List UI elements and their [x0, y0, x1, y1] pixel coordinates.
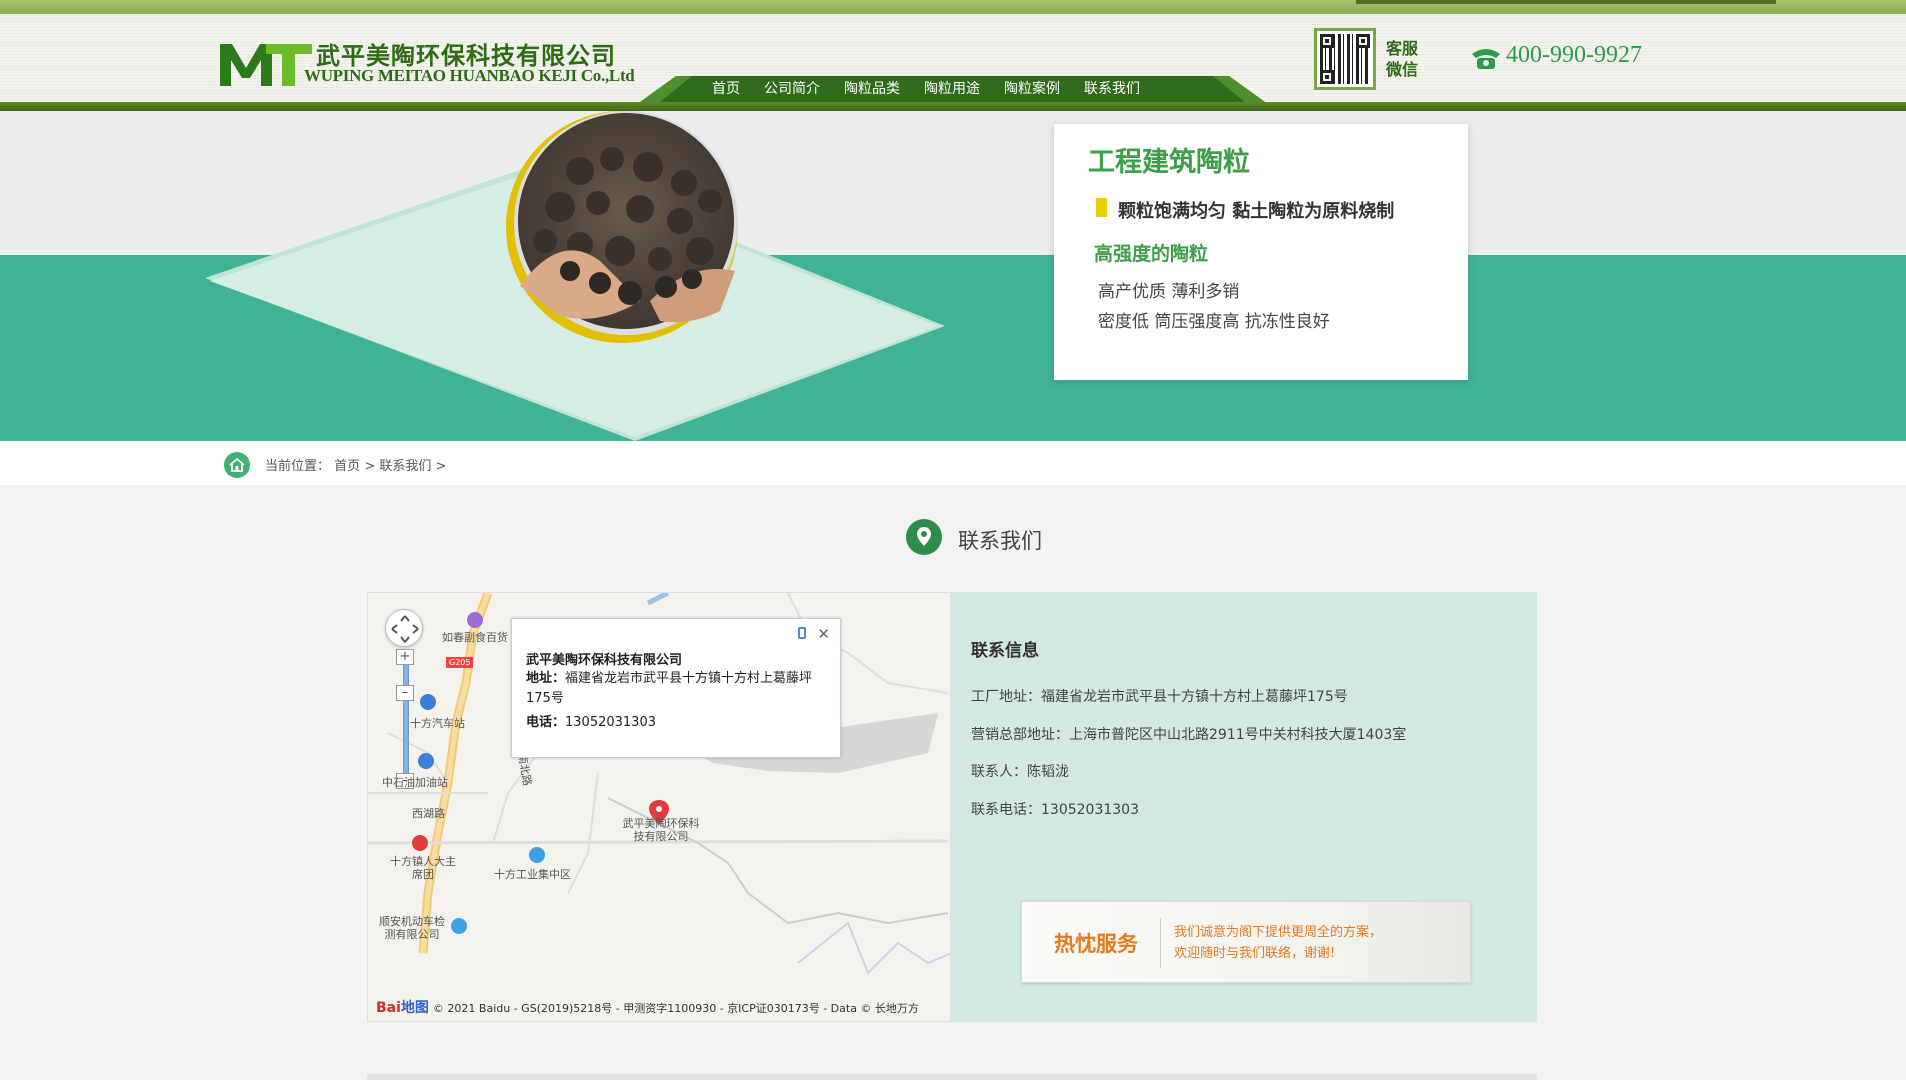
mobile-icon[interactable] — [798, 627, 806, 639]
banner: 工程建筑陶粒 颗粒饱满均匀 黏土陶粒为原料烧制 高强度的陶粒 高产优质 薄利多销… — [0, 111, 1906, 441]
map-info-popup: ✕ 武平美陶环保科技有限公司 地址：福建省龙岩市武平县十方镇十方村上葛藤坪175… — [511, 618, 841, 758]
main-nav: 首页 公司简介 陶粒品类 陶粒用途 陶粒案例 联系我们 — [640, 76, 1265, 102]
hotline-number: 400-990-9927 — [1506, 42, 1642, 68]
factory-address: 工厂地址：福建省龙岩市武平县十方镇十方村上葛藤坪175号 — [971, 689, 1348, 705]
map-label-gas: 中石油加油站 — [382, 776, 448, 789]
map-label-company: 武平美陶环保科技有限公司 — [622, 817, 700, 843]
top-bar — [0, 0, 1906, 14]
map-nav-icon[interactable] — [385, 609, 423, 647]
map-copyright: Bai地图 © 2021 Baidu - GS(2019)5218号 - 甲测资字… — [376, 997, 919, 1017]
baidu-map[interactable]: + – – 如春副食百货 G205 十方汽车站 中石油加油站 西湖路 十方镇人大… — [367, 592, 951, 1022]
header-line — [0, 102, 1906, 111]
nav-uses[interactable]: 陶粒用途 — [912, 76, 992, 102]
location-pin-icon — [906, 519, 942, 555]
hq-address: 营销总部地址：上海市普陀区中山北路2911号中关村科技大厦1403室 — [971, 727, 1407, 743]
banner-graphic — [205, 111, 945, 441]
map-label-g205: G205 — [446, 657, 474, 668]
breadcrumb-sep: > — [364, 459, 376, 474]
close-icon[interactable]: ✕ — [817, 625, 830, 643]
map-label-vehicle: 顺安机动车检测有限公司 — [379, 915, 445, 941]
map-label-xihu: 西湖路 — [412, 807, 445, 820]
bottom-divider — [367, 1074, 1537, 1080]
nav-contact[interactable]: 联系我们 — [1072, 76, 1152, 102]
nav-categories[interactable]: 陶粒品类 — [832, 76, 912, 102]
zoom-in-button[interactable]: + — [396, 649, 414, 665]
banner-card: 工程建筑陶粒 颗粒饱满均匀 黏土陶粒为原料烧制 高强度的陶粒 高产优质 薄利多销… — [1054, 124, 1468, 380]
breadcrumb-current[interactable]: 联系我们 — [379, 459, 431, 474]
contact-person: 联系人：陈韬泷 — [971, 764, 1069, 780]
zoom-level-handle[interactable]: – — [396, 685, 414, 701]
breadcrumb-label: 当前位置： — [265, 459, 331, 474]
breadcrumb-home[interactable]: 首页 — [334, 459, 360, 474]
banner-subtitle: 高强度的陶粒 — [1094, 243, 1209, 265]
nav-home[interactable]: 首页 — [700, 76, 752, 102]
site-logo[interactable]: 武平美陶环保科技有限公司 WUPING MEITAO HUANBAO KEJI … — [220, 36, 650, 92]
zoom-slider[interactable] — [403, 653, 409, 777]
map-label-bus: 十方汽车站 — [410, 717, 465, 730]
nav-about[interactable]: 公司简介 — [752, 76, 832, 102]
contact-info-panel: 联系信息 工厂地址：福建省龙岩市武平县十方镇十方村上葛藤坪175号 营销总部地址… — [951, 592, 1537, 1022]
nav-cases[interactable]: 陶粒案例 — [992, 76, 1072, 102]
banner-feature: 颗粒饱满均匀 黏土陶粒为原料烧制 — [1118, 201, 1395, 222]
popup-title: 武平美陶环保科技有限公司 — [526, 653, 683, 668]
banner-accent-bar — [1096, 198, 1107, 217]
service-text: 我们诚意为阁下提供更周全的方案， 欢迎随时与我们联络，谢谢! — [1174, 925, 1383, 961]
contact-phone: 联系电话：13052031303 — [971, 802, 1139, 818]
logo-mark-icon — [220, 44, 312, 86]
map-label-industry: 十方工业集中区 — [494, 868, 571, 881]
service-title: 热忱服务 — [1054, 932, 1138, 956]
baidu-logo[interactable]: Bai地图 — [376, 997, 429, 1017]
map-label-gov: 十方镇人大主席团 — [390, 855, 456, 881]
phone-icon — [1472, 49, 1500, 69]
home-icon[interactable] — [224, 452, 250, 478]
banner-title: 工程建筑陶粒 — [1088, 147, 1250, 178]
banner-text-2: 密度低 筒压强度高 抗冻性良好 — [1098, 312, 1330, 332]
service-banner: 热忱服务 我们诚意为阁下提供更周全的方案， 欢迎随时与我们联络，谢谢! — [1021, 901, 1471, 983]
qr-code-icon — [1314, 28, 1376, 90]
banner-text-1: 高产优质 薄利多销 — [1098, 282, 1240, 302]
contact-info-title: 联系信息 — [971, 641, 1039, 661]
section-title: 联系我们 — [958, 529, 1042, 553]
popup-address: 地址：福建省龙岩市武平县十方镇十方村上葛藤坪175号 — [526, 671, 813, 706]
company-name-en: WUPING MEITAO HUANBAO KEJI Co.,Ltd — [304, 66, 635, 85]
map-label-store: 如春副食百货 — [442, 631, 508, 644]
breadcrumb: 当前位置： 首页 > 联系我们 > — [0, 441, 1906, 485]
popup-phone: 电话：13052031303 — [526, 715, 656, 730]
breadcrumb-sep-end: > — [435, 459, 447, 474]
qr-label: 客服微信 — [1386, 39, 1419, 79]
